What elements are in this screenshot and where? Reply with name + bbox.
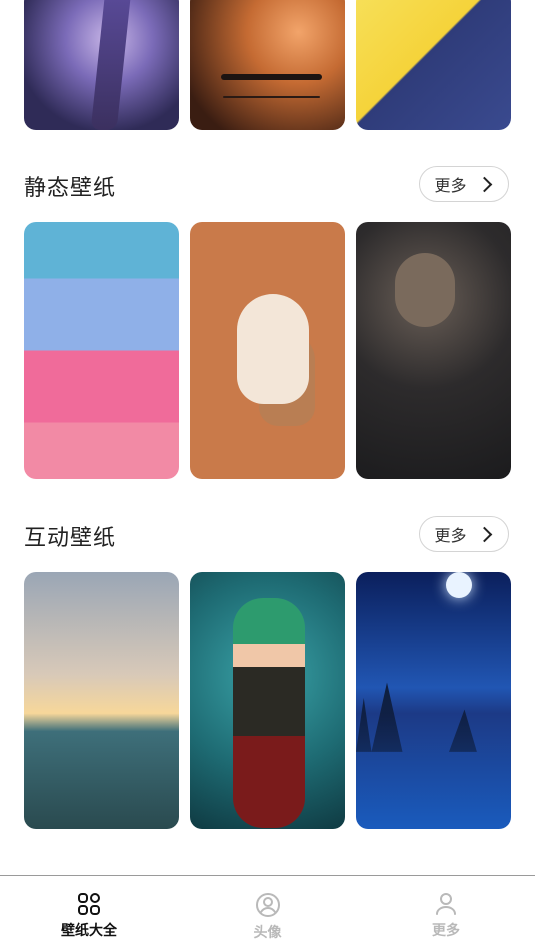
chevron-right-icon <box>476 526 492 542</box>
nav-label-wallpapers: 壁纸大全 <box>61 923 117 939</box>
more-button-static[interactable]: 更多 <box>419 166 509 202</box>
avatar-circle-icon <box>255 892 281 918</box>
static-wallpaper-row <box>24 222 511 479</box>
grid-icon <box>77 892 101 916</box>
more-label: 更多 <box>434 526 467 545</box>
nav-item-more[interactable]: 更多 <box>357 876 535 951</box>
thumbnail-forest[interactable] <box>24 0 179 130</box>
section-title-static: 静态壁纸 <box>24 176 117 201</box>
nav-label-avatar: 头像 <box>253 925 282 941</box>
thumbnail-night-lake[interactable] <box>356 572 511 829</box>
nav-item-avatar[interactable]: 头像 <box>179 876 357 951</box>
thumbnail-bike[interactable] <box>190 0 345 130</box>
nav-item-wallpapers[interactable]: 壁纸大全 <box>0 876 178 951</box>
thumbnail-monkey-warrior[interactable] <box>356 222 511 479</box>
nav-label-more: 更多 <box>432 923 460 939</box>
thumbnail-sea-sunset[interactable] <box>24 572 179 829</box>
more-button-interactive[interactable]: 更多 <box>419 516 509 552</box>
interactive-wallpaper-row <box>24 572 511 829</box>
thumbnail-character[interactable] <box>356 0 511 130</box>
top-thumbnail-row <box>24 0 511 130</box>
bottom-navigation: 壁纸大全 头像 更多 <box>0 875 535 951</box>
thumbnail-cat[interactable] <box>190 222 345 479</box>
chevron-right-icon <box>476 176 492 192</box>
thumbnail-green-hair-girl[interactable] <box>190 572 345 829</box>
person-icon <box>434 892 458 916</box>
section-title-interactive: 互动壁纸 <box>24 526 117 551</box>
more-label: 更多 <box>434 176 467 195</box>
thumbnail-group-photo[interactable] <box>24 222 179 479</box>
